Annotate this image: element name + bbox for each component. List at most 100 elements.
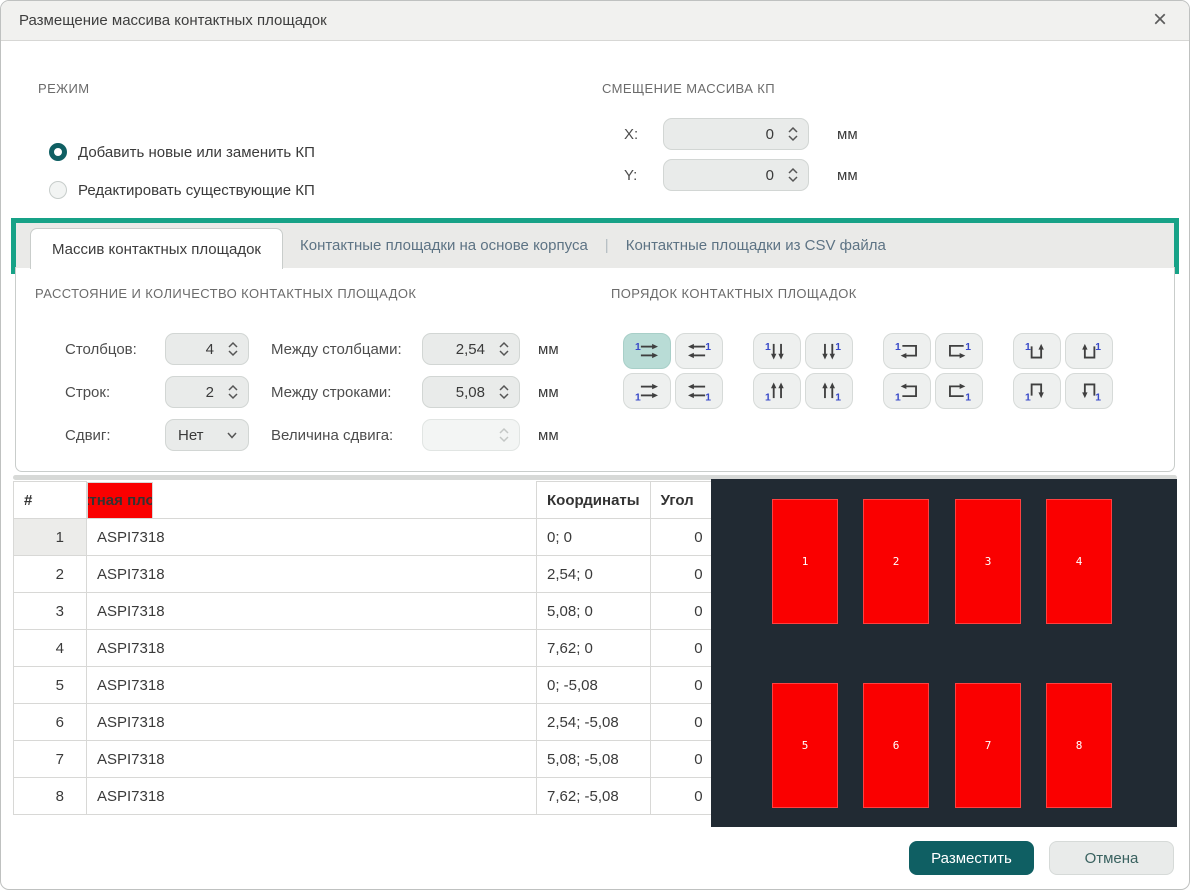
svg-text:1: 1 [705,342,711,353]
preview-pad-3: 3 [955,499,1021,624]
order-snake-rows-from-top-right[interactable]: 1 [935,333,983,369]
cell-coordinates[interactable]: 2,54; -5,08 [537,704,651,741]
columns-row: Столбцов: 4 Между столбцами: 2,54 мм [65,333,559,365]
cell-row-number[interactable]: 4 [14,630,87,667]
place-button[interactable]: Разместить [909,841,1034,875]
radio-selected-icon [49,143,67,161]
cell-coordinates[interactable]: 7,62; -5,08 [537,778,651,815]
shift-dropdown[interactable]: Нет [165,419,249,451]
table-row[interactable]: 7ASPI73185,08; -5,080 [14,741,716,778]
preview-pad-8: 8 [1046,683,1112,808]
pad-order-group: 1111 [1013,333,1113,409]
cell-angle[interactable]: 0 [650,630,715,667]
cell-pad-name[interactable]: ASPI7318 [87,556,537,593]
cell-coordinates[interactable]: 0; -5,08 [537,667,651,704]
cell-angle[interactable]: 0 [650,519,715,556]
cell-coordinates[interactable]: 5,08; -5,08 [537,741,651,778]
cell-coordinates[interactable]: 2,54; 0 [537,556,651,593]
order-rows-rl-from-bottom-right[interactable]: 1 [675,373,723,409]
rows-input[interactable]: 2 [165,376,249,408]
order-snake-cols-from-top-left[interactable]: 1 [1013,333,1061,369]
cell-pad-name[interactable]: ASPI7318 [87,704,537,741]
radio-add-or-replace-pads[interactable]: Добавить новые или заменить КП [49,143,315,161]
spinner-up-down-icon[interactable] [227,383,239,401]
close-icon[interactable]: × [1145,1,1175,41]
preview-pad-6: 6 [863,683,929,808]
spinner-up-down-icon[interactable] [787,166,799,184]
spinner-up-down-icon[interactable] [787,125,799,143]
spinner-up-down-icon[interactable] [498,340,510,358]
cell-row-number[interactable]: 8 [14,778,87,815]
svg-text:1: 1 [965,393,971,402]
cell-pad-name[interactable]: ASPI7318 [87,593,537,630]
table-row[interactable]: 5ASPI73180; -5,080 [14,667,716,704]
cell-pad-name[interactable]: ASPI7318 [87,778,537,815]
order-rows-rl-from-top-right[interactable]: 1 [675,333,723,369]
svg-text:1: 1 [635,393,641,402]
tab-1[interactable]: Массив контактных площадок [30,228,283,269]
row-spacing-value: 5,08 [432,384,498,401]
tab-2[interactable]: Контактные площадки на основе корпуса [283,223,605,268]
order-snake-cols-from-top-right[interactable]: 1 [1065,333,1113,369]
cell-pad-name[interactable]: ASPI7318 [87,667,537,704]
table-row[interactable]: 4ASPI73187,62; 00 [14,630,716,667]
columns-input[interactable]: 4 [165,333,249,365]
cell-pad-name[interactable]: ASPI7318 [87,519,537,556]
row-spacing-unit: мм [538,384,559,401]
col-spacing-input[interactable]: 2,54 [422,333,520,365]
order-snake-rows-from-bottom-left[interactable]: 1 [883,373,931,409]
cell-row-number[interactable]: 7 [14,741,87,778]
col-spacing-value: 2,54 [432,341,498,358]
column-header-pad[interactable]: Контактная площадка [87,482,153,519]
col-spacing-label: Между столбцами: [271,341,422,358]
offset-y-input[interactable]: 0 [663,159,809,191]
column-header-coords[interactable]: Координаты [537,482,651,519]
order-cols-bt-from-bottom-left[interactable]: 1 [753,373,801,409]
cell-row-number[interactable]: 1 [14,519,87,556]
order-rows-lr-from-bottom-left[interactable]: 1 [623,373,671,409]
offset-x-input[interactable]: 0 [663,118,809,150]
order-snake-rows-from-bottom-right[interactable]: 1 [935,373,983,409]
order-rows-lr-from-top-left[interactable]: 1 [623,333,671,369]
columns-value: 4 [175,341,227,358]
column-header-angle[interactable]: Угол [650,482,715,519]
table-row[interactable]: 1ASPI73180; 00 [14,519,716,556]
order-snake-cols-from-bottom-right[interactable]: 1 [1065,373,1113,409]
cell-coordinates[interactable]: 7,62; 0 [537,630,651,667]
cell-angle[interactable]: 0 [650,741,715,778]
cell-coordinates[interactable]: 5,08; 0 [537,593,651,630]
cell-row-number[interactable]: 3 [14,593,87,630]
spinner-up-down-icon[interactable] [227,340,239,358]
cancel-button[interactable]: Отмена [1049,841,1174,875]
table-row[interactable]: 3ASPI73185,08; 00 [14,593,716,630]
table-row[interactable]: 6ASPI73182,54; -5,080 [14,704,716,741]
radio-edit-existing-pads[interactable]: Редактировать существующие КП [49,181,315,199]
column-header-num[interactable]: # [14,482,87,519]
cell-pad-name[interactable]: ASPI7318 [87,741,537,778]
table-row[interactable]: 8ASPI73187,62; -5,080 [14,778,716,815]
tab-3[interactable]: Контактные площадки из CSV файла [609,223,903,268]
order-snake-cols-from-bottom-left[interactable]: 1 [1013,373,1061,409]
shift-row: Сдвиг: Нет Величина сдвига: мм [65,419,559,451]
svg-text:1: 1 [965,342,971,353]
pads-table: #Контактная площадкаКоординатыУгол 1ASPI… [13,481,716,815]
spinner-up-down-icon[interactable] [498,383,510,401]
row-spacing-input[interactable]: 5,08 [422,376,520,408]
order-cols-tb-from-top-left[interactable]: 1 [753,333,801,369]
cell-angle[interactable]: 0 [650,704,715,741]
cell-angle[interactable]: 0 [650,667,715,704]
cell-row-number[interactable]: 2 [14,556,87,593]
offset-y-label: Y: [624,167,650,184]
cell-angle[interactable]: 0 [650,778,715,815]
cell-row-number[interactable]: 5 [14,667,87,704]
table-row[interactable]: 2ASPI73182,54; 00 [14,556,716,593]
preview-pad-number: 1 [802,555,809,568]
cell-row-number[interactable]: 6 [14,704,87,741]
order-cols-bt-from-bottom-right[interactable]: 1 [805,373,853,409]
order-snake-rows-from-top-left[interactable]: 1 [883,333,931,369]
cell-angle[interactable]: 0 [650,593,715,630]
cell-pad-name[interactable]: ASPI7318 [87,630,537,667]
order-cols-tb-from-top-right[interactable]: 1 [805,333,853,369]
cell-angle[interactable]: 0 [650,556,715,593]
cell-coordinates[interactable]: 0; 0 [537,519,651,556]
